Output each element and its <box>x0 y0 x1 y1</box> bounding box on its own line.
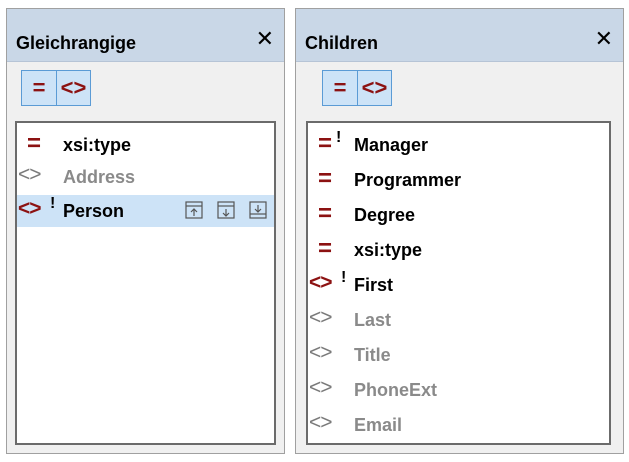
list-item[interactable]: Last <box>308 304 609 336</box>
list-item[interactable]: ! First <box>308 269 609 301</box>
list-item[interactable]: Address <box>17 161 274 193</box>
list-item[interactable]: ! Person <box>17 195 274 227</box>
children-filter-toggle: = <> <box>322 70 392 106</box>
element-icon <box>17 161 63 193</box>
attribute-icon <box>308 199 354 231</box>
element-icon <box>308 374 354 406</box>
list-item[interactable]: xsi:type <box>308 234 609 266</box>
item-label: Programmer <box>354 169 462 190</box>
item-label: Person <box>63 200 125 221</box>
element-icon <box>308 339 354 371</box>
item-label: xsi:type <box>354 239 423 260</box>
insert-before-icon[interactable] <box>184 200 204 220</box>
item-label: First <box>354 274 394 295</box>
list-item[interactable]: PhoneExt <box>308 374 609 406</box>
required-marker: ! <box>341 269 347 286</box>
list-item[interactable]: Programmer <box>308 164 609 196</box>
attribute-icon: ! <box>308 129 354 161</box>
item-label: Title <box>354 344 391 365</box>
list-item[interactable]: Degree <box>308 199 609 231</box>
element-icon: ! <box>308 269 354 301</box>
siblings-titlebar: Gleichrangige ✕ <box>7 9 284 62</box>
element-icon: ! <box>17 195 63 227</box>
item-label: xsi:type <box>63 134 132 155</box>
close-icon[interactable]: ✕ <box>256 28 274 50</box>
item-label: Manager <box>354 134 429 155</box>
siblings-list[interactable]: xsi:type Address ! Person <box>15 121 276 445</box>
close-icon[interactable]: ✕ <box>595 28 613 50</box>
children-list[interactable]: ! Manager Programmer Degree xsi:type ! F… <box>306 121 611 445</box>
item-label: Address <box>63 166 136 187</box>
attribute-icon <box>308 164 354 196</box>
show-attributes-toggle[interactable]: = <box>22 71 56 105</box>
required-marker: ! <box>336 129 342 146</box>
show-elements-toggle[interactable]: <> <box>357 71 391 105</box>
siblings-title: Gleichrangige <box>16 33 137 53</box>
siblings-filter-toggle: = <> <box>21 70 91 106</box>
item-label: PhoneExt <box>354 379 438 400</box>
list-item[interactable]: ! Manager <box>308 129 609 161</box>
add-child-icon[interactable] <box>248 200 268 220</box>
list-item[interactable]: xsi:type <box>17 129 274 161</box>
show-attributes-toggle[interactable]: = <box>323 71 357 105</box>
children-pane: Children ✕ = <> ! Manager Programmer Deg… <box>295 8 624 454</box>
row-tools <box>184 200 268 220</box>
children-titlebar: Children ✕ <box>296 9 623 62</box>
item-label: Last <box>354 309 392 330</box>
element-icon <box>308 409 354 441</box>
list-item[interactable]: Email <box>308 409 609 441</box>
show-elements-toggle[interactable]: <> <box>56 71 90 105</box>
attribute-icon <box>17 129 63 161</box>
item-label: Degree <box>354 204 416 225</box>
append-icon[interactable] <box>216 200 236 220</box>
attribute-icon <box>308 234 354 266</box>
item-label: Email <box>354 414 403 435</box>
siblings-pane: Gleichrangige ✕ = <> xsi:type Address ! … <box>6 8 285 454</box>
list-item[interactable]: Title <box>308 339 609 371</box>
required-marker: ! <box>50 195 56 212</box>
element-icon <box>308 304 354 336</box>
children-title: Children <box>305 33 379 53</box>
